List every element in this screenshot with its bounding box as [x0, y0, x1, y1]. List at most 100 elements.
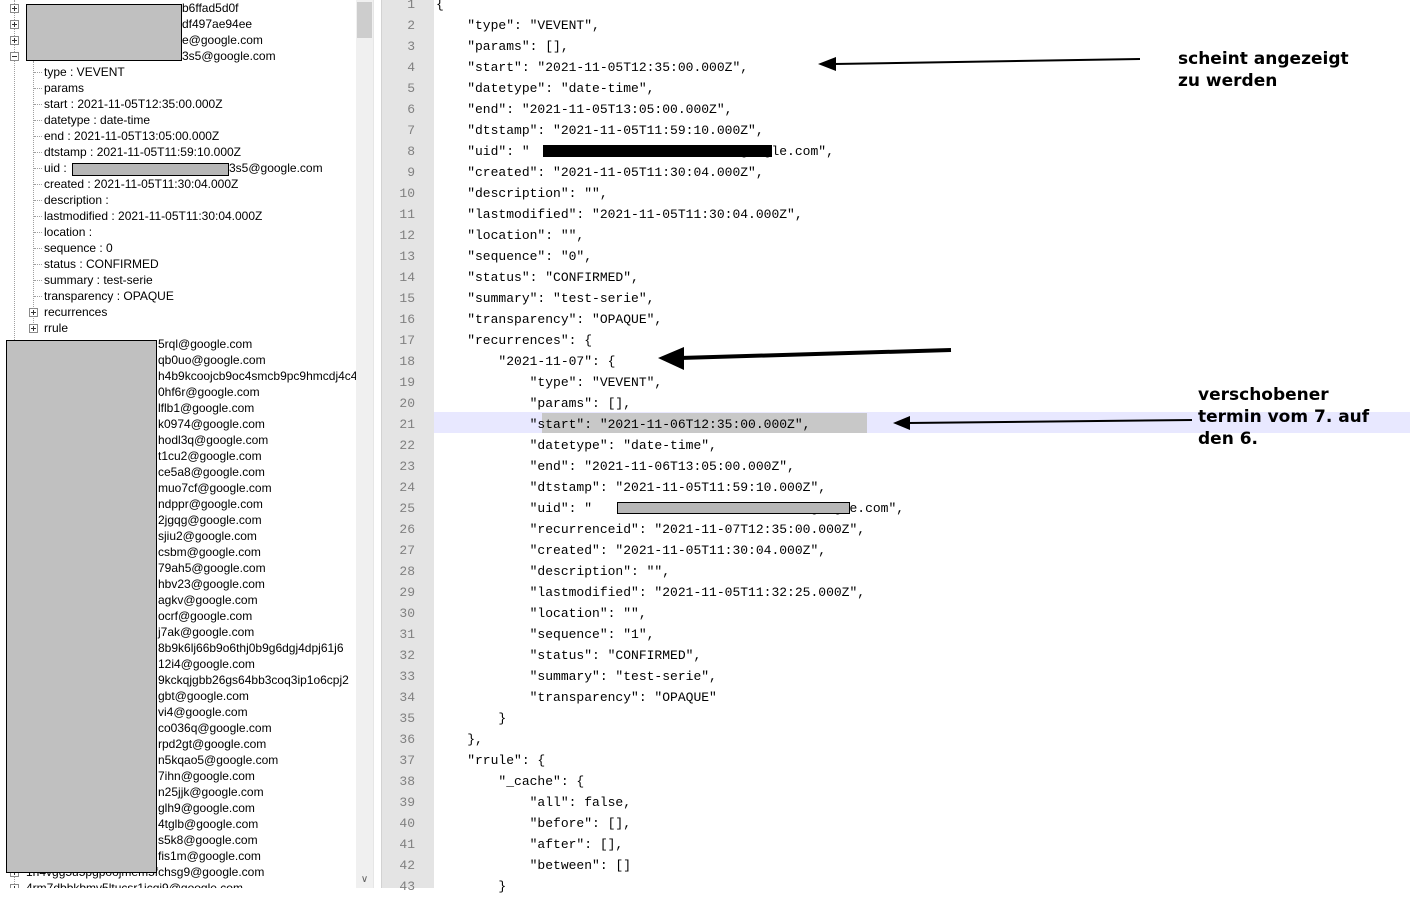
tree-property[interactable]: sequence : 0 — [44, 240, 113, 256]
scrollbar-thumb[interactable] — [357, 2, 372, 38]
expand-icon[interactable] — [10, 20, 19, 29]
code-line[interactable]: "params": [], — [436, 393, 631, 414]
tree-node[interactable]: df497ae94ee — [182, 16, 252, 32]
tree-node[interactable]: 4tglb@google.com — [158, 816, 258, 832]
code-line[interactable]: "datetype": "date-time", — [436, 78, 654, 99]
tree-property[interactable]: summary : test-serie — [44, 272, 153, 288]
tree-node[interactable]: qb0uo@google.com — [158, 352, 266, 368]
code-line[interactable]: "description": "", — [436, 183, 607, 204]
tree-node[interactable]: gbt@google.com — [158, 688, 249, 704]
code-line[interactable]: "params": [], — [436, 36, 568, 57]
tree-node[interactable]: glh9@google.com — [158, 800, 255, 816]
code-line[interactable]: "transparency": "OPAQUE" — [436, 687, 717, 708]
code-line[interactable]: "2021-11-07": { — [436, 351, 615, 372]
tree-node[interactable]: rpd2gt@google.com — [158, 736, 266, 752]
collapse-icon[interactable] — [10, 52, 19, 61]
code-line[interactable]: "recurrences": { — [436, 330, 592, 351]
tree-node[interactable]: agkv@google.com — [158, 592, 258, 608]
code-line[interactable]: "after": [], — [436, 834, 624, 855]
tree-property[interactable]: type : VEVENT — [44, 64, 125, 80]
code-line[interactable]: "sequence": "0", — [436, 246, 592, 267]
tree-node[interactable]: muo7cf@google.com — [158, 480, 272, 496]
code-line[interactable]: "dtstamp": "2021-11-05T11:59:10.000Z", — [436, 120, 763, 141]
code-line[interactable]: "dtstamp": "2021-11-05T11:59:10.000Z", — [436, 477, 826, 498]
code-line[interactable]: "created": "2021-11-05T11:30:04.000Z", — [436, 162, 763, 183]
tree-property[interactable]: uid : — [44, 160, 67, 176]
expand-icon[interactable] — [10, 36, 19, 45]
tree-property[interactable]: end : 2021-11-05T13:05:00.000Z — [44, 128, 219, 144]
tree-node[interactable]: h4b9kcoojcb9oc4smcb9pc9hmcdj4c4 — [158, 368, 356, 384]
tree-node[interactable]: n25jjk@google.com — [158, 784, 264, 800]
expand-icon[interactable] — [10, 884, 19, 888]
code-line[interactable]: "lastmodified": "2021-11-05T11:32:25.000… — [436, 582, 865, 603]
tree-node[interactable]: ndppr@google.com — [158, 496, 263, 512]
code-line[interactable]: "summary": "test-serie", — [436, 288, 654, 309]
code-line[interactable]: "all": false, — [436, 792, 631, 813]
code-line[interactable]: "created": "2021-11-05T11:30:04.000Z", — [436, 540, 826, 561]
tree-node[interactable]: 5rql@google.com — [158, 336, 252, 352]
tree-property[interactable]: start : 2021-11-05T12:35:00.000Z — [44, 96, 223, 112]
tree-scrollbar[interactable]: ∨ — [356, 0, 373, 888]
tree-property[interactable]: transparency : OPAQUE — [44, 288, 174, 304]
code-line[interactable]: "between": [] — [436, 855, 631, 876]
expand-icon[interactable] — [10, 4, 19, 13]
tree-node[interactable]: hodl3q@google.com — [158, 432, 268, 448]
tree-node[interactable]: 12i4@google.com — [158, 656, 255, 672]
code-line[interactable]: "start": "2021-11-05T12:35:00.000Z", — [436, 57, 748, 78]
tree-node[interactable]: ce5a8@google.com — [158, 464, 265, 480]
code-line[interactable]: "status": "CONFIRMED", — [436, 645, 702, 666]
code-line[interactable]: "status": "CONFIRMED", — [436, 267, 639, 288]
tree-node[interactable]: n5kqao5@google.com — [158, 752, 278, 768]
tree-node[interactable]: 0hf6r@google.com — [158, 384, 260, 400]
tree-node[interactable]: j7ak@google.com — [158, 624, 254, 640]
code-line[interactable]: "start": "2021-11-06T12:35:00.000Z", — [436, 414, 811, 435]
expand-icon[interactable] — [29, 324, 38, 333]
tree-node[interactable]: e@google.com — [182, 32, 263, 48]
tree-property[interactable]: lastmodified : 2021-11-05T11:30:04.000Z — [44, 208, 262, 224]
code-line[interactable]: }, — [436, 729, 483, 750]
tree-node[interactable]: 8b9k6lj66b9o6thj0b9g6dgj4dpj61j6 — [158, 640, 344, 656]
tree-node[interactable]: ocrf@google.com — [158, 608, 252, 624]
tree-node[interactable]: csbm@google.com — [158, 544, 261, 560]
tree-node[interactable]: t1cu2@google.com — [158, 448, 262, 464]
tree-property[interactable]: datetype : date-time — [44, 112, 150, 128]
tree-node[interactable]: 3s5@google.com — [182, 48, 276, 64]
tree-node[interactable]: 4rm7dbbkbmv5ltucsr1icgi9@google.com — [26, 880, 243, 888]
code-line[interactable]: "location": "", — [436, 225, 584, 246]
scroll-down-arrow-icon[interactable]: ∨ — [356, 871, 373, 888]
tree-property[interactable]: status : CONFIRMED — [44, 256, 159, 272]
tree-node[interactable]: sjiu2@google.com — [158, 528, 257, 544]
code-line[interactable]: "lastmodified": "2021-11-05T11:30:04.000… — [436, 204, 802, 225]
code-line[interactable]: } — [436, 876, 506, 897]
tree-property[interactable]: location : — [44, 224, 92, 240]
code-line[interactable]: "type": "VEVENT", — [436, 15, 600, 36]
tree-property[interactable]: params — [44, 80, 84, 96]
expand-icon[interactable] — [29, 308, 38, 317]
code-line[interactable]: "end": "2021-11-05T13:05:00.000Z", — [436, 99, 732, 120]
tree-property[interactable]: description : — [44, 192, 109, 208]
code-line[interactable]: "recurrenceid": "2021-11-07T12:35:00.000… — [436, 519, 865, 540]
code-line[interactable]: "before": [], — [436, 813, 631, 834]
tree-property[interactable]: dtstamp : 2021-11-05T11:59:10.000Z — [44, 144, 241, 160]
code-line[interactable]: "datetype": "date-time", — [436, 435, 717, 456]
code-line[interactable]: "_cache": { — [436, 771, 584, 792]
tree-node[interactable]: 9kckqjgbb26gs64bb3coq3ip1o6cpj2 — [158, 672, 349, 688]
code-line[interactable]: "summary": "test-serie", — [436, 666, 717, 687]
code-line[interactable]: "description": "", — [436, 561, 670, 582]
tree-property[interactable]: created : 2021-11-05T11:30:04.000Z — [44, 176, 238, 192]
tree-node[interactable]: recurrences — [44, 304, 107, 320]
tree-node[interactable]: b6ffad5d0f — [182, 0, 239, 16]
tree-node[interactable]: hbv23@google.com — [158, 576, 265, 592]
tree-node[interactable]: vi4@google.com — [158, 704, 248, 720]
code-line[interactable]: "rrule": { — [436, 750, 545, 771]
tree-node[interactable]: co036q@google.com — [158, 720, 272, 736]
code-line[interactable]: { — [436, 0, 444, 15]
code-line[interactable]: "sequence": "1", — [436, 624, 655, 645]
tree-node[interactable]: fis1m@google.com — [158, 848, 261, 864]
tree-node[interactable]: 2jgqg@google.com — [158, 512, 262, 528]
code-line[interactable]: "location": "", — [436, 603, 647, 624]
code-line[interactable]: } — [436, 708, 506, 729]
tree-node[interactable]: lflb1@google.com — [158, 400, 254, 416]
tree-node[interactable]: 79ah5@google.com — [158, 560, 266, 576]
code-line[interactable]: "type": "VEVENT", — [436, 372, 663, 393]
